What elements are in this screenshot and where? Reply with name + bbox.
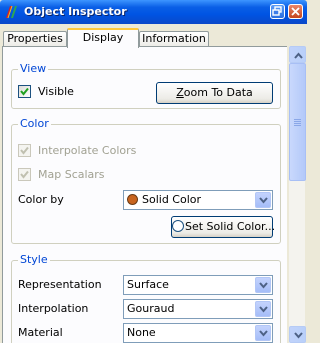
color-by-select[interactable]: Solid Color bbox=[123, 190, 273, 210]
interpolate-colors-label: Interpolate Colors bbox=[38, 144, 137, 157]
tab-strip: Properties Display Information bbox=[0, 24, 307, 48]
display-panel: View Visible Zoom To Data Color Interpol… bbox=[2, 46, 287, 343]
representation-value: Surface bbox=[127, 278, 169, 291]
color-group-title: Color bbox=[18, 117, 51, 130]
checkmark-icon bbox=[20, 146, 29, 155]
close-button[interactable] bbox=[288, 4, 303, 19]
chevron-down-icon bbox=[294, 332, 303, 339]
title-bar[interactable]: Object Inspector bbox=[0, 0, 307, 24]
zoom-to-data-button[interactable]: Zoom To Data bbox=[156, 82, 273, 104]
tab-information[interactable]: Information bbox=[139, 31, 209, 47]
thumb-grip-line bbox=[294, 119, 301, 120]
color-circle-icon bbox=[172, 220, 184, 232]
restore-icon bbox=[272, 6, 282, 16]
map-scalars-label: Map Scalars bbox=[38, 168, 105, 181]
checkmark-icon bbox=[20, 87, 29, 96]
paraview-app-icon bbox=[6, 5, 17, 19]
scroll-thumb[interactable] bbox=[289, 63, 306, 181]
chevron-down-icon bbox=[259, 282, 268, 289]
checkmark-icon bbox=[20, 170, 29, 179]
style-group-title: Style bbox=[18, 253, 50, 266]
set-solid-color-button[interactable]: Set Solid Color... bbox=[171, 216, 276, 238]
interpolation-dropdown-arrow[interactable] bbox=[255, 301, 271, 317]
tab-display[interactable]: Display bbox=[67, 28, 139, 48]
visible-checkbox[interactable] bbox=[18, 85, 31, 98]
material-select[interactable]: None bbox=[123, 323, 273, 343]
window-title: Object Inspector bbox=[24, 5, 127, 18]
vertical-scrollbar[interactable] bbox=[288, 46, 306, 343]
representation-dropdown-arrow[interactable] bbox=[255, 277, 271, 293]
interpolation-value: Gouraud bbox=[127, 302, 175, 315]
scroll-down-button[interactable] bbox=[289, 326, 306, 343]
material-value: None bbox=[127, 326, 156, 339]
chevron-down-icon bbox=[259, 197, 268, 204]
representation-label: Representation bbox=[18, 278, 102, 291]
interpolate-colors-checkbox[interactable] bbox=[18, 144, 31, 157]
representation-select[interactable]: Surface bbox=[123, 275, 273, 295]
chevron-up-icon bbox=[294, 52, 303, 59]
chevron-down-icon bbox=[259, 330, 268, 337]
interpolation-select[interactable]: Gouraud bbox=[123, 299, 273, 319]
color-by-label: Color by bbox=[18, 193, 64, 206]
set-solid-color-label: Set Solid Color... bbox=[185, 220, 276, 233]
restore-button[interactable] bbox=[270, 4, 285, 19]
map-scalars-checkbox[interactable] bbox=[18, 168, 31, 181]
tab-properties[interactable]: Properties bbox=[3, 31, 67, 47]
chevron-down-icon bbox=[259, 306, 268, 313]
scroll-up-button[interactable] bbox=[289, 46, 306, 63]
interpolation-label: Interpolation bbox=[18, 302, 89, 315]
solid-color-swatch-icon bbox=[127, 194, 138, 205]
thumb-grip-line bbox=[294, 125, 301, 126]
material-label: Material bbox=[18, 326, 63, 339]
color-by-dropdown-arrow[interactable] bbox=[255, 192, 271, 208]
close-icon bbox=[291, 7, 300, 16]
view-group-title: View bbox=[18, 62, 49, 75]
zoom-to-data-label: Zoom To Data bbox=[176, 86, 253, 99]
visible-label: Visible bbox=[38, 85, 74, 98]
color-by-value: Solid Color bbox=[142, 193, 202, 206]
thumb-grip-line bbox=[294, 123, 301, 124]
material-dropdown-arrow[interactable] bbox=[255, 325, 271, 341]
thumb-grip-line bbox=[294, 121, 301, 122]
